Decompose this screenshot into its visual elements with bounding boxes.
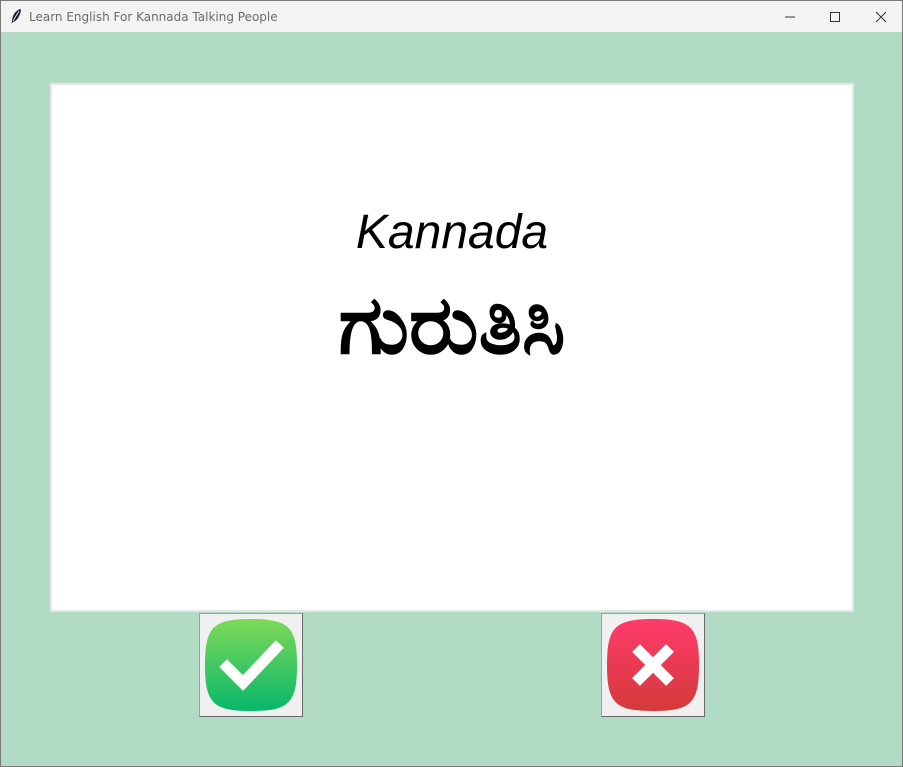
checkmark-icon xyxy=(205,619,297,711)
card-language-label: Kannada xyxy=(355,206,549,259)
close-icon xyxy=(875,11,887,22)
close-button[interactable] xyxy=(858,1,903,32)
maximize-button[interactable] xyxy=(812,1,858,32)
minimize-icon xyxy=(785,16,795,17)
flash-card: Kannada ಗುರುತಿಸಿ xyxy=(50,83,854,612)
wrong-answer-button[interactable] xyxy=(601,613,705,717)
maximize-icon xyxy=(830,11,840,22)
cross-icon xyxy=(607,619,699,711)
minimize-button[interactable] xyxy=(767,1,813,32)
feather-icon xyxy=(11,9,21,24)
window-title: Learn English For Kannada Talking People xyxy=(29,10,278,24)
title-bar[interactable]: Learn English For Kannada Talking People xyxy=(1,1,902,32)
app-window: Learn English For Kannada Talking People… xyxy=(0,0,903,767)
card-word: ಗುರುತಿಸಿ xyxy=(338,278,566,373)
right-answer-button[interactable] xyxy=(199,613,303,717)
